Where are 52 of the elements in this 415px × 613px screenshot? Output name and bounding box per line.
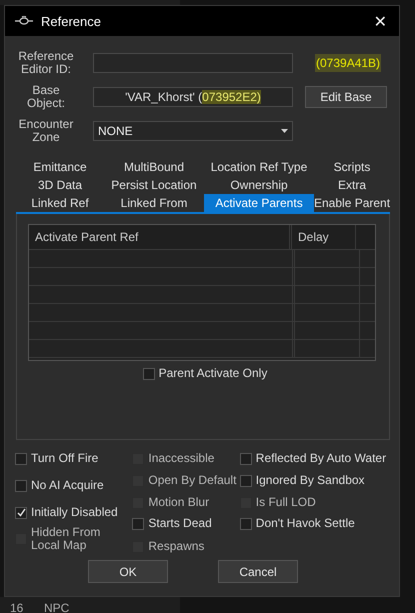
tab[interactable]: Scripts [314, 158, 390, 176]
checkbox-label: Respawns [148, 540, 204, 553]
checkbox[interactable] [15, 506, 27, 518]
checkbox-label: Initially Disabled [31, 506, 118, 519]
tab[interactable]: MultiBound [104, 158, 204, 176]
tab[interactable]: Location Ref Type [204, 158, 314, 176]
tab[interactable]: 3D Data [16, 176, 104, 194]
tab[interactable]: Persist Location [104, 176, 204, 194]
edit-base-button[interactable]: Edit Base [305, 86, 387, 108]
checkbox-label: No AI Acquire [31, 479, 104, 492]
tab[interactable]: Enable Parent [314, 194, 390, 212]
form-id-text: (0739A41B) [315, 54, 382, 72]
logo-icon [15, 16, 33, 26]
tab[interactable]: Extra [314, 176, 390, 194]
checkbox-label: Parent Activate Only [158, 367, 268, 380]
tab[interactable]: Ownership [204, 176, 314, 194]
column-header[interactable]: Delay [292, 225, 356, 249]
checkbox[interactable] [240, 518, 252, 530]
checkbox-label: Hidden From Local Map [31, 526, 102, 552]
checkbox[interactable] [15, 452, 27, 464]
field-label: Encounter Zone [18, 118, 74, 144]
tab[interactable]: Linked From [104, 194, 204, 212]
checkbox-label: Motion Blur [148, 496, 210, 509]
checkbox-label: Open By Default [148, 474, 236, 487]
checkbox[interactable] [142, 368, 155, 380]
checkbox[interactable] [240, 452, 252, 464]
tab[interactable]: Linked Ref [16, 194, 104, 212]
list-cell: NPC [44, 603, 70, 613]
tab[interactable]: Emittance [16, 158, 104, 176]
checkbox[interactable] [132, 518, 144, 530]
dialog-button[interactable]: OK [88, 560, 168, 583]
checkbox-label: Ignored By Sandbox [256, 474, 365, 487]
checkbox-label: Is Full LOD [256, 496, 316, 509]
caret-icon [281, 129, 288, 133]
checkbox-label: Turn Off Fire [31, 452, 98, 465]
checkbox-label: Starts Dead [148, 517, 212, 530]
field-label: Reference Editor ID: [17, 50, 75, 76]
checkbox-label: Don't Havok Settle [256, 517, 355, 530]
base-object-field[interactable]: 'VAR_Khorst' (073952E2) [93, 87, 293, 107]
checkbox-label: Inaccessible [148, 452, 214, 465]
checkbox[interactable] [15, 480, 27, 492]
list-cell-text: 16 [10, 603, 24, 613]
column-header[interactable]: Activate Parent Ref [29, 225, 292, 249]
checkbox[interactable] [240, 474, 252, 486]
encounter-zone-dropdown[interactable]: NONE [93, 121, 293, 141]
tab[interactable]: Activate Parents [204, 194, 314, 212]
dialog-button[interactable]: Cancel [218, 560, 298, 583]
close-button[interactable]: ✕ [368, 12, 393, 30]
checkbox-label: Reflected By Auto Water [256, 452, 386, 465]
window-title: Reference [41, 14, 102, 28]
editor-id-field[interactable] [93, 53, 293, 73]
field-label: Base Object: [26, 84, 66, 110]
